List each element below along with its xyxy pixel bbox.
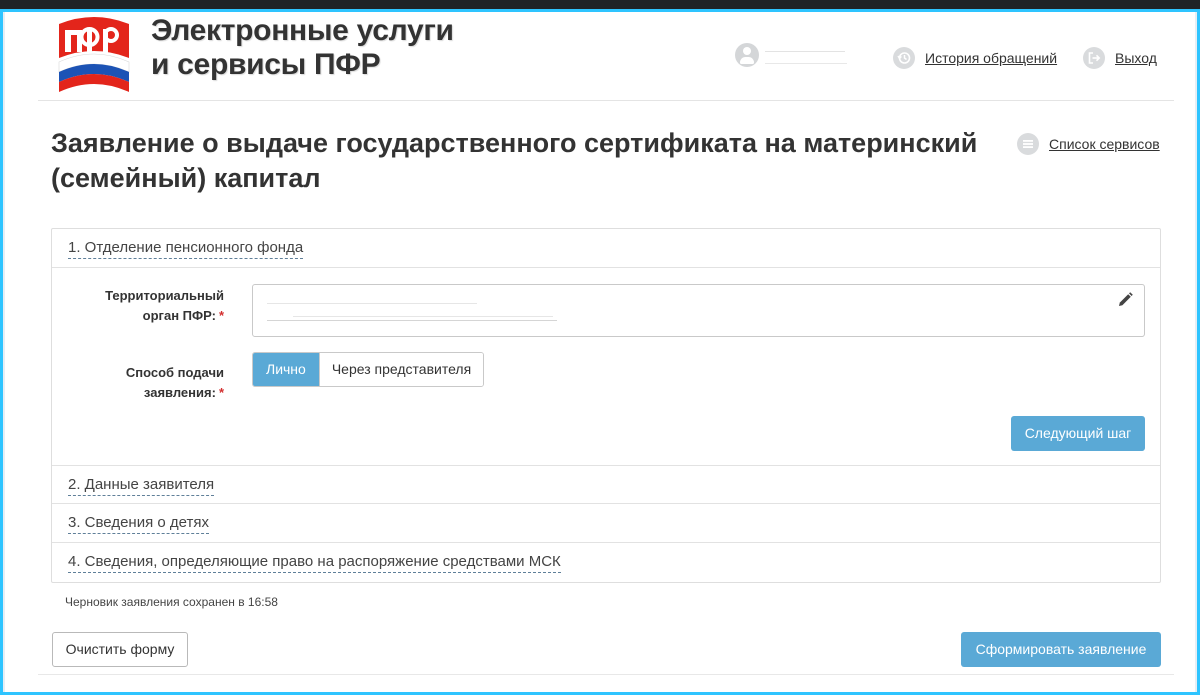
- section-label-2[interactable]: 2. Данные заявителя: [68, 476, 215, 496]
- history-icon: [893, 47, 915, 69]
- services-list-link[interactable]: Список сервисов: [1017, 132, 1160, 156]
- submit-application-button[interactable]: Сформировать заявление: [961, 632, 1161, 667]
- required-mark: *: [218, 385, 224, 400]
- logout-link[interactable]: Выход: [1083, 46, 1157, 70]
- section-label-4[interactable]: 4. Сведения, определяющие право на распо…: [68, 553, 561, 573]
- header-divider: [38, 100, 1174, 101]
- logout-label: Выход: [1115, 50, 1157, 66]
- brand-title: Электронные услуги и сервисы ПФР: [151, 14, 471, 82]
- history-label: История обращений: [925, 50, 1058, 66]
- user-name-redacted: [765, 51, 845, 52]
- user-avatar-icon: [735, 43, 759, 67]
- next-step-button[interactable]: Следующий шаг: [1011, 416, 1145, 451]
- organ-label-line1: Территориальный: [105, 288, 224, 303]
- organ-value-redacted: [267, 320, 557, 321]
- section-header-3[interactable]: 3. Сведения о детях: [52, 504, 1160, 543]
- method-label-line2: заявления:: [143, 385, 216, 400]
- submission-method-toggle: Лично Через представителя: [252, 352, 485, 387]
- method-label-line1: Способ подачи: [125, 365, 224, 380]
- method-label: Способ подачи заявления: *: [54, 363, 224, 403]
- organ-label: Территориальный орган ПФР: *: [54, 286, 224, 326]
- brand-line-1: Электронные услуги: [151, 14, 454, 47]
- section-header-4[interactable]: 4. Сведения, определяющие право на распо…: [52, 543, 1160, 582]
- page-title: Заявление о выдаче государственного серт…: [51, 128, 978, 193]
- pencil-icon[interactable]: [1116, 291, 1134, 309]
- section-header-1[interactable]: 1. Отделение пенсионного фонда: [52, 229, 1160, 268]
- page-container: Электронные услуги и сервисы ПФР История…: [3, 12, 1197, 692]
- user-id-redacted: [765, 63, 847, 64]
- logout-icon: [1083, 47, 1105, 69]
- section-header-2[interactable]: 2. Данные заявителя: [52, 465, 1160, 504]
- method-option-in-person[interactable]: Лично: [253, 353, 319, 386]
- territorial-organ-field[interactable]: [252, 284, 1145, 337]
- section-label-1[interactable]: 1. Отделение пенсионного фонда: [68, 239, 304, 259]
- required-mark: *: [218, 308, 224, 323]
- application-accordion: 1. Отделение пенсионного фонда Территори…: [51, 228, 1161, 583]
- footer-divider: [38, 674, 1174, 675]
- brand-line-2: и сервисы ПФР: [151, 48, 381, 81]
- user-profile[interactable]: [735, 42, 855, 68]
- services-label: Список сервисов: [1049, 136, 1160, 152]
- organ-value-redacted: [293, 316, 553, 317]
- method-option-representative[interactable]: Через представителя: [318, 353, 484, 386]
- list-icon: [1017, 133, 1039, 155]
- clear-form-button[interactable]: Очистить форму: [52, 632, 188, 667]
- app-window: Электронные услуги и сервисы ПФР История…: [0, 9, 1200, 695]
- section-label-3[interactable]: 3. Сведения о детях: [68, 514, 209, 534]
- organ-label-line2: орган ПФР:: [142, 308, 216, 323]
- history-link[interactable]: История обращений: [893, 46, 1057, 70]
- draft-status: Черновик заявления сохранен в 16:58: [65, 595, 278, 609]
- browser-top-bar: [0, 0, 1200, 9]
- organ-value-redacted: [267, 303, 477, 304]
- pfr-logo: [58, 17, 130, 92]
